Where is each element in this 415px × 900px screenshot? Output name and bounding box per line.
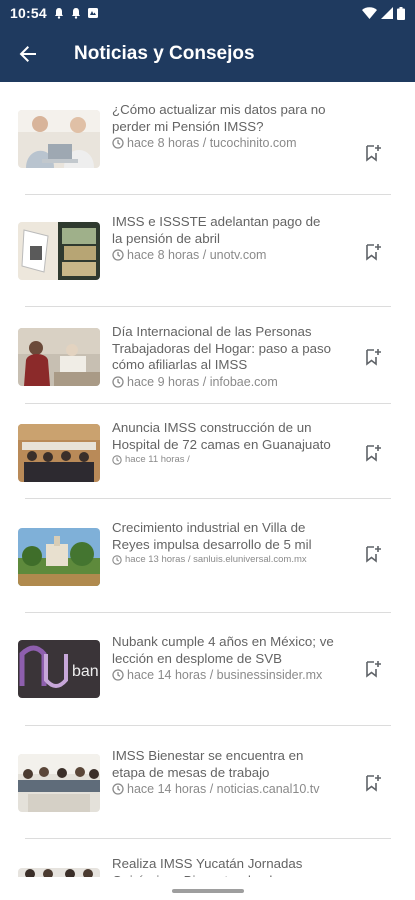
notification-bell-icon [54, 8, 63, 19]
divider [25, 612, 391, 613]
news-text: ¿Cómo actualizar mis datos para no perde… [112, 102, 334, 150]
bookmark-add-icon[interactable] [364, 660, 382, 678]
notification-app-icon [87, 8, 98, 18]
news-title[interactable]: Nubank cumple 4 años en México; ve lecci… [112, 634, 334, 667]
news-meta: hace 13 horas / sanluis.eluniversal.com.… [112, 554, 334, 565]
news-meta: hace 11 horas / [112, 454, 334, 465]
news-list[interactable]: ¿Cómo actualizar mis datos para no perde… [0, 82, 415, 877]
bookmark-add-icon[interactable] [364, 545, 382, 563]
divider [25, 306, 391, 307]
news-title[interactable]: IMSS e ISSSTE adelantan pago de la pensi… [112, 214, 334, 247]
clock-icon [112, 783, 124, 795]
divider [25, 725, 391, 726]
news-meta: hace 14 horas / businessinsider.mx [112, 668, 334, 682]
news-text: Día Internacional de las Personas Trabaj… [112, 324, 334, 389]
bookmark-add-icon[interactable] [364, 444, 382, 462]
news-text: IMSS e ISSSTE adelantan pago de la pensi… [112, 214, 334, 262]
news-meta: hace 8 horas / tucochinito.com [112, 136, 334, 150]
news-meta-text: hace 11 horas / [125, 454, 190, 465]
page-title: Noticias y Consejos [74, 43, 255, 64]
news-thumbnail [18, 754, 100, 812]
status-bar: 10:54 [0, 0, 415, 26]
news-title[interactable]: Crecimiento industrial en Villa de Reyes… [112, 520, 334, 553]
clock-icon [112, 669, 124, 681]
clock-icon [112, 554, 122, 565]
signal-icon [381, 7, 393, 19]
news-title[interactable]: Día Internacional de las Personas Trabaj… [112, 324, 334, 374]
divider [25, 838, 391, 839]
gesture-nav-bar [0, 877, 415, 900]
bookmark-add-icon[interactable] [364, 243, 382, 261]
divider [25, 194, 391, 195]
svg-text:ban: ban [72, 663, 99, 680]
news-thumbnail [18, 110, 100, 168]
news-meta-text: hace 8 horas / unotv.com [127, 248, 267, 262]
battery-icon [397, 6, 405, 20]
clock-icon [112, 454, 122, 465]
news-meta: hace 14 horas / noticias.canal10.tv [112, 782, 334, 796]
news-title[interactable]: IMSS Bienestar se encuentra en etapa de … [112, 748, 334, 781]
news-thumbnail [18, 222, 100, 280]
news-meta-text: hace 13 horas / sanluis.eluniversal.com.… [125, 554, 307, 565]
news-meta-text: hace 8 horas / tucochinito.com [127, 136, 297, 150]
news-text: Crecimiento industrial en Villa de Reyes… [112, 520, 334, 565]
news-thumbnail [18, 868, 100, 877]
news-text: Anuncia IMSS construcción de un Hospital… [112, 420, 334, 465]
divider [25, 403, 391, 404]
news-meta-text: hace 14 horas / noticias.canal10.tv [127, 782, 320, 796]
news-text: Realiza IMSS Yucatán Jornadas Quirúrgica… [112, 856, 334, 877]
news-title[interactable]: ¿Cómo actualizar mis datos para no perde… [112, 102, 334, 135]
news-meta: hace 9 horas / infobae.com [112, 375, 334, 389]
bookmark-add-icon[interactable] [364, 348, 382, 366]
bookmark-add-icon[interactable] [364, 144, 382, 162]
notification-bell-icon [71, 8, 80, 19]
news-title[interactable]: Realiza IMSS Yucatán Jornadas Quirúrgica… [112, 856, 334, 877]
clock-icon [112, 375, 124, 388]
bookmark-add-icon[interactable] [364, 774, 382, 792]
news-meta: hace 8 horas / unotv.com [112, 248, 334, 262]
app-bar: Noticias y Consejos [0, 26, 415, 82]
home-gesture-handle[interactable] [172, 889, 244, 893]
news-thumbnail: ban [18, 640, 100, 698]
news-text: Nubank cumple 4 años en México; ve lecci… [112, 634, 334, 682]
news-meta-text: hace 9 horas / infobae.com [127, 374, 278, 389]
news-thumbnail [18, 424, 100, 482]
status-time: 10:54 [10, 5, 47, 21]
wifi-icon [362, 7, 377, 19]
clock-icon [112, 137, 124, 149]
news-thumbnail [18, 528, 100, 586]
news-title[interactable]: Anuncia IMSS construcción de un Hospital… [112, 420, 334, 453]
news-text: IMSS Bienestar se encuentra en etapa de … [112, 748, 334, 796]
news-meta-text: hace 14 horas / businessinsider.mx [127, 668, 323, 682]
clock-icon [112, 249, 124, 261]
divider [25, 498, 391, 499]
back-button[interactable] [0, 26, 56, 82]
arrow-left-icon [19, 46, 36, 62]
news-thumbnail [18, 328, 100, 386]
